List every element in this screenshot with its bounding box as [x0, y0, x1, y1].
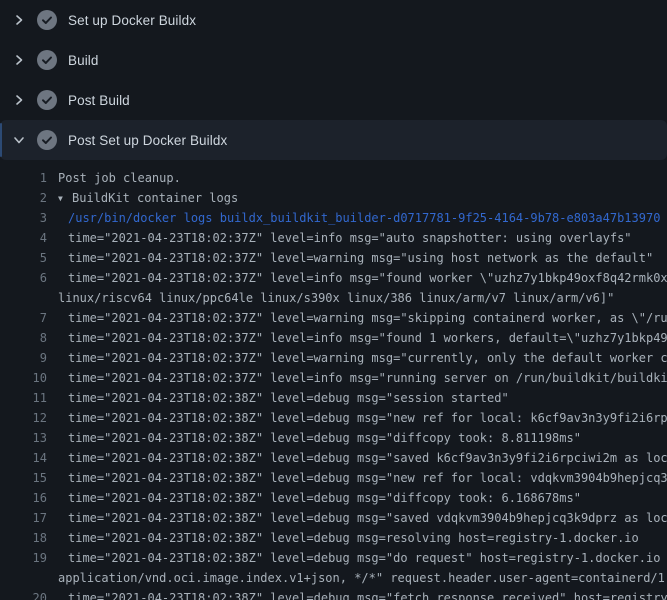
success-check-icon: [37, 10, 57, 30]
log-text: application/vnd.oci.image.index.v1+json,…: [58, 568, 667, 588]
log-text: linux/riscv64 linux/ppc64le linux/s390x …: [58, 288, 614, 308]
line-number[interactable]: 5: [0, 248, 47, 268]
chevron-right-icon[interactable]: [12, 93, 26, 107]
line-number: [0, 288, 47, 308]
chevron-down-icon[interactable]: [12, 133, 26, 147]
chevron-right-icon[interactable]: [12, 13, 26, 27]
log-line-continuation: linux/riscv64 linux/ppc64le linux/s390x …: [0, 288, 667, 308]
log-text: time="2021-04-23T18:02:38Z" level=debug …: [68, 528, 639, 548]
section-header-post-build[interactable]: Post Build: [0, 80, 667, 120]
log-line: 7 time="2021-04-23T18:02:37Z" level=warni…: [0, 308, 667, 328]
line-number[interactable]: 14: [0, 448, 47, 468]
log-group-label[interactable]: BuildKit container logs: [72, 191, 238, 205]
log-line: 12 time="2021-04-23T18:02:38Z" level=debu…: [0, 408, 667, 428]
log-line: 18 time="2021-04-23T18:02:38Z" level=debu…: [0, 528, 667, 548]
log-text: time="2021-04-23T18:02:37Z" level=warnin…: [68, 308, 667, 328]
line-number[interactable]: 19: [0, 548, 47, 568]
log-line: 11 time="2021-04-23T18:02:38Z" level=debu…: [0, 388, 667, 408]
line-number[interactable]: 6: [0, 268, 47, 288]
log-line: 20 time="2021-04-23T18:02:38Z" level=debu…: [0, 588, 667, 600]
log-line: 17 time="2021-04-23T18:02:38Z" level=debu…: [0, 508, 667, 528]
log-line-continuation: application/vnd.oci.image.index.v1+json,…: [0, 568, 667, 588]
log-text: time="2021-04-23T18:02:37Z" level=warnin…: [68, 348, 667, 368]
line-number[interactable]: 20: [0, 588, 47, 600]
log-text: time="2021-04-23T18:02:37Z" level=info m…: [68, 228, 632, 248]
section-label: Post Set up Docker Buildx: [68, 133, 227, 148]
log-text: time="2021-04-23T18:02:37Z" level=info m…: [68, 268, 667, 288]
section-header-build[interactable]: Build: [0, 40, 667, 80]
log-line: 16 time="2021-04-23T18:02:38Z" level=debu…: [0, 488, 667, 508]
line-number[interactable]: 3: [0, 208, 47, 228]
log-text: time="2021-04-23T18:02:37Z" level=info m…: [68, 368, 667, 388]
log-line: 19 time="2021-04-23T18:02:38Z" level=debu…: [0, 548, 667, 568]
actions-log-viewer: Set up Docker Buildx Build Post Build Post …: [0, 0, 667, 600]
command-text: /usr/bin/docker logs buildx_buildkit_bui…: [68, 208, 660, 228]
line-number[interactable]: 9: [0, 348, 47, 368]
log-line: 13 time="2021-04-23T18:02:38Z" level=debu…: [0, 428, 667, 448]
log-text: time="2021-04-23T18:02:38Z" level=debug …: [68, 408, 667, 428]
line-number[interactable]: 2: [0, 188, 47, 208]
log-line: 3/usr/bin/docker logs buildx_buildkit_bu…: [0, 208, 667, 228]
line-number[interactable]: 11: [0, 388, 47, 408]
line-number[interactable]: 13: [0, 428, 47, 448]
log-text: time="2021-04-23T18:02:37Z" level=warnin…: [68, 248, 653, 268]
log-text: time="2021-04-23T18:02:38Z" level=debug …: [68, 588, 667, 600]
log-line: 14 time="2021-04-23T18:02:38Z" level=debu…: [0, 448, 667, 468]
chevron-right-icon[interactable]: [12, 53, 26, 67]
log-line: 5 time="2021-04-23T18:02:37Z" level=warni…: [0, 248, 667, 268]
section-header-post-set-up-docker-buildx[interactable]: Post Set up Docker Buildx: [0, 120, 667, 160]
section-list: Set up Docker Buildx Build Post Build Post …: [0, 0, 667, 160]
line-number: [0, 568, 47, 588]
line-number[interactable]: 8: [0, 328, 47, 348]
log-text: time="2021-04-23T18:02:38Z" level=debug …: [68, 468, 667, 488]
log-text: Post job cleanup.: [58, 168, 181, 188]
log-line: 8 time="2021-04-23T18:02:37Z" level=info …: [0, 328, 667, 348]
log-line: 2 ▼BuildKit container logs: [0, 188, 667, 208]
line-number[interactable]: 12: [0, 408, 47, 428]
line-number[interactable]: 1: [0, 168, 47, 188]
line-number[interactable]: 10: [0, 368, 47, 388]
log-line: 1 Post job cleanup.: [0, 168, 667, 188]
log-text: time="2021-04-23T18:02:38Z" level=debug …: [68, 488, 581, 508]
log-text: time="2021-04-23T18:02:38Z" level=debug …: [68, 388, 509, 408]
section-label: Post Build: [68, 93, 130, 108]
log-line: 4 time="2021-04-23T18:02:37Z" level=info …: [0, 228, 667, 248]
success-check-icon: [37, 50, 57, 70]
active-section-indicator: [0, 123, 2, 157]
log-line: 6 time="2021-04-23T18:02:37Z" level=info …: [0, 268, 667, 288]
log-text: time="2021-04-23T18:02:38Z" level=debug …: [68, 548, 667, 568]
success-check-icon: [37, 130, 57, 150]
section-header-set-up-docker-buildx[interactable]: Set up Docker Buildx: [0, 0, 667, 40]
log-line: 15 time="2021-04-23T18:02:38Z" level=debu…: [0, 468, 667, 488]
log-line: 10 time="2021-04-23T18:02:37Z" level=info…: [0, 368, 667, 388]
log-area: 1 Post job cleanup. 2 ▼BuildKit container l…: [0, 160, 667, 600]
log-line: 9 time="2021-04-23T18:02:37Z" level=warni…: [0, 348, 667, 368]
log-text: time="2021-04-23T18:02:38Z" level=debug …: [68, 508, 667, 528]
line-number[interactable]: 18: [0, 528, 47, 548]
log-text: time="2021-04-23T18:02:38Z" level=debug …: [68, 428, 581, 448]
success-check-icon: [37, 90, 57, 110]
log-text: time="2021-04-23T18:02:37Z" level=info m…: [68, 328, 667, 348]
log-text[interactable]: ▼BuildKit container logs: [58, 188, 238, 208]
line-number[interactable]: 17: [0, 508, 47, 528]
line-number[interactable]: 15: [0, 468, 47, 488]
collapse-triangle-icon[interactable]: ▼: [58, 189, 72, 208]
section-label: Build: [68, 53, 99, 68]
line-number[interactable]: 4: [0, 228, 47, 248]
line-number[interactable]: 7: [0, 308, 47, 328]
log-text: time="2021-04-23T18:02:38Z" level=debug …: [68, 448, 667, 468]
section-label: Set up Docker Buildx: [68, 13, 196, 28]
line-number[interactable]: 16: [0, 488, 47, 508]
